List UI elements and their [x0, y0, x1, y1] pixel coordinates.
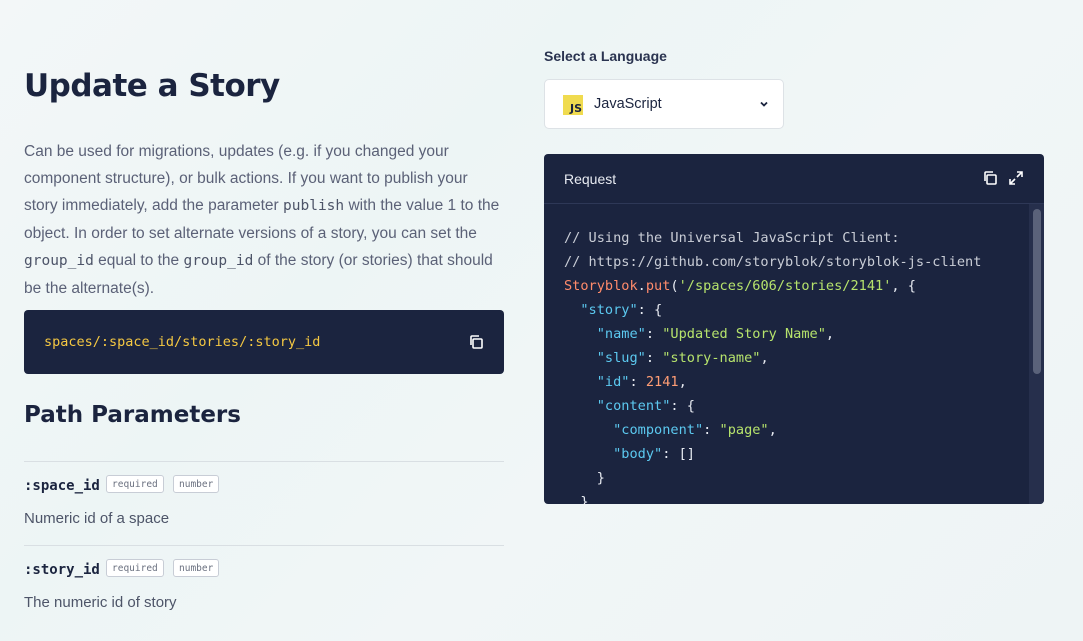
endpoint-block: spaces/:space_id/stories/:story_id [24, 310, 504, 374]
type-badge: number [173, 559, 220, 577]
endpoint-path: spaces/:space_id/stories/:story_id [44, 334, 321, 350]
path-parameters-heading: Path Parameters [24, 402, 241, 428]
code-key: "slug" [596, 350, 646, 366]
request-code-panel: Request // Using the Universal JavaScrip… [544, 154, 1044, 504]
param-name: :space_id [24, 478, 100, 494]
param-row-story-id: :story_id required number The numeric id… [24, 545, 504, 611]
param-description: The numeric id of story [24, 594, 177, 611]
page-description: Can be used for migrations, updates (e.g… [24, 138, 504, 302]
inline-code-publish: publish [283, 198, 345, 214]
code-string: "page" [719, 422, 769, 438]
javascript-logo-icon: JS [563, 95, 583, 115]
code-key: "content" [596, 398, 671, 414]
code-comment: // https://github.com/storyblok/storyblo… [564, 254, 982, 270]
code-number: 2141 [645, 374, 679, 390]
language-select[interactable]: JS JavaScript [544, 79, 784, 129]
expand-icon[interactable] [1008, 170, 1024, 186]
request-header: Request [544, 154, 1044, 204]
code-key: "name" [596, 326, 646, 342]
code-key: "component" [613, 422, 704, 438]
code-key: "id" [596, 374, 630, 390]
inline-code-group-id: group_id [183, 253, 254, 269]
type-badge: number [173, 475, 220, 493]
code-value: [] [678, 446, 695, 462]
code-string: '/spaces/606/stories/2141' [678, 278, 892, 294]
param-row-space-id: :space_id required number Numeric id of … [24, 461, 504, 527]
code-key: "story" [580, 302, 638, 318]
inline-code-group-id: group_id [24, 253, 94, 269]
required-badge: required [106, 475, 164, 493]
copy-icon[interactable] [468, 334, 484, 350]
code-block: // Using the Universal JavaScript Client… [564, 230, 982, 504]
param-name: :story_id [24, 562, 100, 578]
code-scrollbar-thumb[interactable] [1033, 209, 1041, 374]
description-text: equal to the [93, 252, 184, 269]
copy-icon[interactable] [982, 170, 998, 186]
code-method: put [645, 278, 671, 294]
request-label: Request [564, 171, 617, 187]
code-key: "body" [613, 446, 663, 462]
code-string: "story-name" [662, 350, 761, 366]
language-selected-value: JavaScript [594, 96, 662, 112]
code-comment: // Using the Universal JavaScript Client… [564, 230, 900, 246]
language-label: Select a Language [544, 48, 667, 64]
page-title: Update a Story [24, 68, 280, 104]
code-object: Storyblok [564, 278, 638, 294]
chevron-down-icon [760, 101, 768, 107]
param-description: Numeric id of a space [24, 510, 170, 527]
required-badge: required [106, 559, 164, 577]
code-string: "Updated Story Name" [662, 326, 826, 342]
